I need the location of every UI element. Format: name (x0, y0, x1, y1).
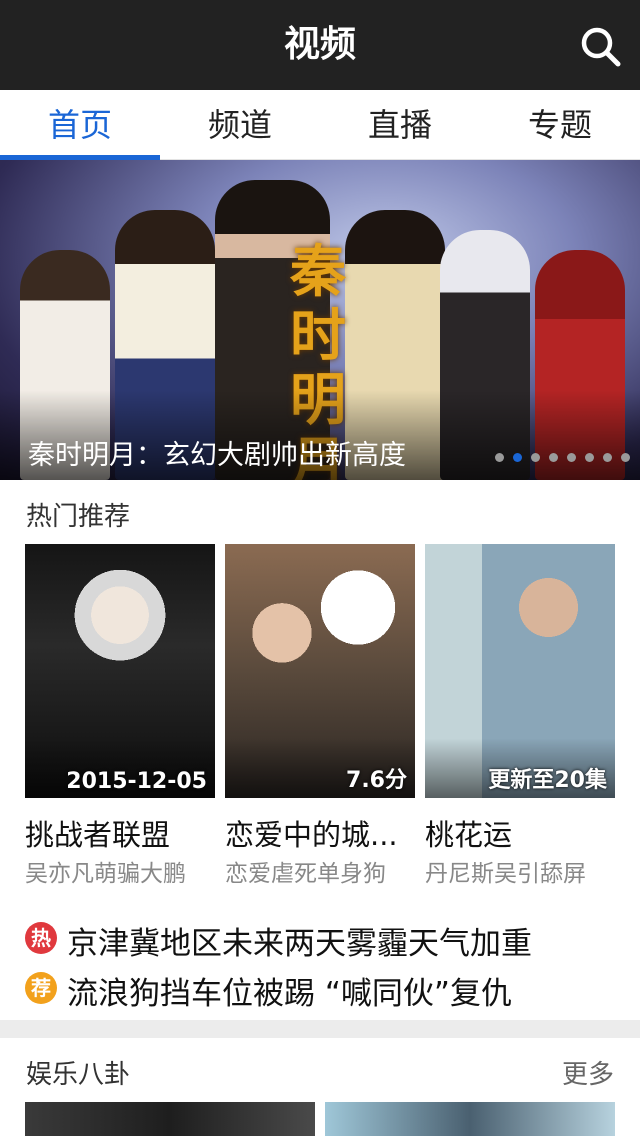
video-poster: 更新至20集 (425, 544, 615, 798)
carousel-dots (486, 453, 630, 462)
video-card[interactable]: 更新至20集 桃花运 丹尼斯吴引舔屏 (425, 544, 615, 887)
section-title-hot: 热门推荐 (26, 502, 131, 532)
carousel-dot[interactable] (549, 453, 558, 462)
video-subtitle: 丹尼斯吴引舔屏 (425, 861, 586, 887)
video-card[interactable]: 2015-12-05 挑战者联盟 吴亦凡萌骗大鹏 (25, 544, 215, 887)
hot-cards: 2015-12-05 挑战者联盟 吴亦凡萌骗大鹏 7.6分 恋爱中的城... 恋… (25, 544, 615, 887)
video-poster: 2015-12-05 (25, 544, 215, 798)
news-item[interactable]: 热 京津冀地区未来两天雾霾天气加重 (25, 918, 615, 962)
video-poster: 7.6分 (225, 544, 415, 798)
tab-bar: 首页 频道 直播 专题 (0, 90, 640, 160)
video-title: 恋爱中的城... (225, 818, 398, 852)
news-item[interactable]: 荐 流浪狗挡车位被踢 “喊同伙”复仇 (25, 968, 615, 1012)
recommend-tag-icon: 荐 (25, 972, 57, 1004)
news-text: 流浪狗挡车位被踢 “喊同伙”复仇 (67, 976, 512, 1012)
video-title: 桃花运 (425, 818, 513, 852)
carousel-dot[interactable] (531, 453, 540, 462)
video-title: 挑战者联盟 (25, 818, 171, 852)
top-bar: 视频 (0, 0, 640, 90)
video-badge: 7.6分 (346, 768, 407, 793)
hot-tag-icon: 热 (25, 922, 57, 954)
entertainment-thumb[interactable] (325, 1102, 615, 1136)
more-link[interactable]: 更多 (562, 1054, 614, 1091)
page-title: 视频 (283, 24, 356, 65)
entertainment-thumbs (25, 1102, 615, 1136)
carousel-dot[interactable] (585, 453, 594, 462)
search-icon[interactable] (578, 24, 622, 68)
video-subtitle: 恋爱虐死单身狗 (225, 861, 386, 887)
carousel-dot[interactable] (621, 453, 630, 462)
video-badge: 更新至20集 (488, 768, 607, 793)
tab-home[interactable]: 首页 (0, 90, 160, 160)
video-card[interactable]: 7.6分 恋爱中的城... 恋爱虐死单身狗 (225, 544, 415, 887)
video-badge: 2015-12-05 (66, 769, 207, 794)
banner-caption: 秦时明月：玄幻大剧帅出新高度 (28, 440, 406, 471)
tab-channels[interactable]: 频道 (160, 90, 320, 160)
video-subtitle: 吴亦凡萌骗大鹏 (25, 861, 186, 887)
carousel-dot[interactable] (603, 453, 612, 462)
tab-topics[interactable]: 专题 (480, 90, 640, 160)
section-divider (0, 1020, 640, 1038)
banner-carousel[interactable]: 秦时明月 秦时明月：玄幻大剧帅出新高度 (0, 160, 640, 480)
section-title-entertainment: 娱乐八卦 (26, 1060, 131, 1090)
entertainment-thumb[interactable] (25, 1102, 315, 1136)
carousel-dot-active[interactable] (513, 453, 522, 462)
news-text: 京津冀地区未来两天雾霾天气加重 (67, 926, 532, 962)
carousel-dot[interactable] (495, 453, 504, 462)
tab-live[interactable]: 直播 (320, 90, 480, 160)
carousel-dot[interactable] (567, 453, 576, 462)
